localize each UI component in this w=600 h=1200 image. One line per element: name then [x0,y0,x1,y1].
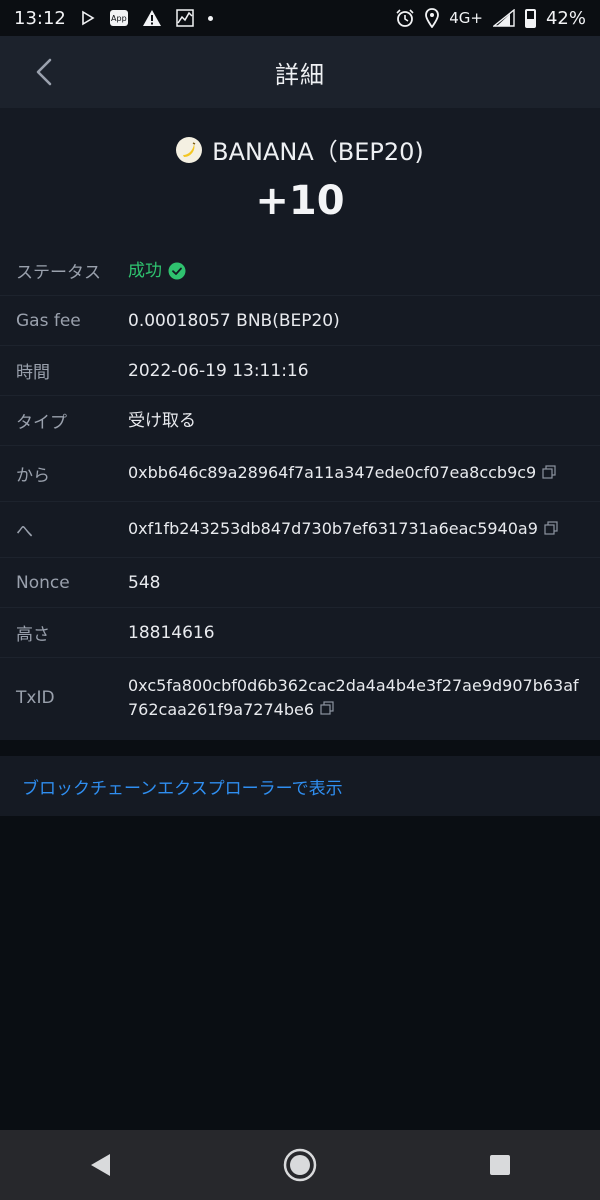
play-store-icon [80,10,96,26]
activity-icon [176,9,194,27]
detail-label: TxID [16,688,55,708]
warning-icon [142,9,162,27]
nav-recents-button[interactable] [470,1135,530,1195]
status-badge: 成功 [128,259,186,283]
status-text: 成功 [128,260,162,281]
triangle-back-icon [91,1154,110,1176]
detail-value: 0xc5fa800cbf0d6b362cac2da4a4b4e3f27ae9d9… [128,674,584,723]
network-type: 4G+ [449,9,483,27]
detail-value: 0.00018057 BNB(BEP20) [128,310,340,331]
battery-icon [524,8,536,28]
location-icon [425,8,440,28]
token-row: BANANA（BEP20) [0,132,600,167]
nav-home-button[interactable] [270,1135,330,1195]
detail-label: Gas fee [16,310,81,331]
copy-icon[interactable] [542,462,556,486]
detail-value: 0xbb646c89a28964f7a11a347ede0cf07ea8ccb9… [128,461,584,486]
page-title: 詳細 [275,60,325,89]
chevron-left-icon [36,58,52,86]
nav-back-button[interactable] [70,1135,130,1195]
battery-percent: 42% [545,7,586,29]
status-time: 13:12 [14,7,66,29]
signal-icon [492,9,515,27]
copy-icon[interactable] [320,698,334,722]
detail-value: 2022-06-19 13:11:16 [128,360,309,381]
detail-row-to: へ 0xf1fb243253db847d730b7ef631731a6eac59… [0,502,600,558]
app-icon: App [109,10,128,26]
system-nav-bar [0,1130,600,1200]
transaction-amount: +10 [255,178,345,224]
detail-row-status: ステータス 成功 [0,246,600,296]
detail-value: 548 [128,572,161,593]
detail-row-height: 高さ 18814616 [0,608,600,658]
detail-label: タイプ [16,413,67,433]
copy-icon[interactable] [544,518,558,542]
txid-value: 0xc5fa800cbf0d6b362cac2da4a4b4e3f27ae9d9… [128,675,579,719]
home-circle-icon [283,1148,317,1182]
detail-row-nonce: Nonce 548 [0,558,600,608]
from-address: 0xbb646c89a28964f7a11a347ede0cf07ea8ccb9… [128,463,537,483]
detail-label: 時間 [16,363,50,383]
status-bar: 13:12 App 4G+ 42% [0,0,600,36]
notification-dot-icon [207,15,213,21]
detail-value: 受け取る [128,410,196,431]
detail-row-txid: TxID 0xc5fa800cbf0d6b362cac2da4a4b4e3f27… [0,658,600,738]
check-circle-icon [168,262,186,279]
square-recents-icon [490,1155,510,1175]
detail-label: 高さ [16,625,50,645]
transaction-card: BANANA（BEP20) +10 ステータス 成功 Gas fee 0.000… [0,108,600,740]
detail-row-from: から 0xbb646c89a28964f7a11a347ede0cf07ea8c… [0,446,600,502]
banana-token-icon [176,136,203,163]
detail-value: 成功 [128,259,584,283]
detail-label: ステータス [16,263,101,283]
detail-label: Nonce [16,572,70,593]
page-header: 詳細 [0,36,600,108]
token-name: BANANA（BEP20) [212,138,424,166]
to-address: 0xf1fb243253db847d730b7ef631731a6eac5940… [128,519,538,539]
detail-label: から [16,466,50,486]
detail-row-type: タイプ 受け取る [0,396,600,446]
detail-row-gas-fee: Gas fee 0.00018057 BNB(BEP20) [0,296,600,346]
detail-value: 0xf1fb243253db847d730b7ef631731a6eac5940… [128,517,584,542]
back-button[interactable] [26,54,62,90]
explorer-row: ブロックチェーンエクスプローラーで表示 [0,756,600,816]
view-in-explorer-link[interactable]: ブロックチェーンエクスプローラーで表示 [22,774,343,799]
detail-label: へ [16,522,33,542]
detail-value: 18814616 [128,622,215,643]
detail-row-time: 時間 2022-06-19 13:11:16 [0,346,600,396]
alarm-icon [395,8,415,28]
detail-list: ステータス 成功 Gas fee 0.00018057 BNB(BEP20) 時… [0,246,600,738]
